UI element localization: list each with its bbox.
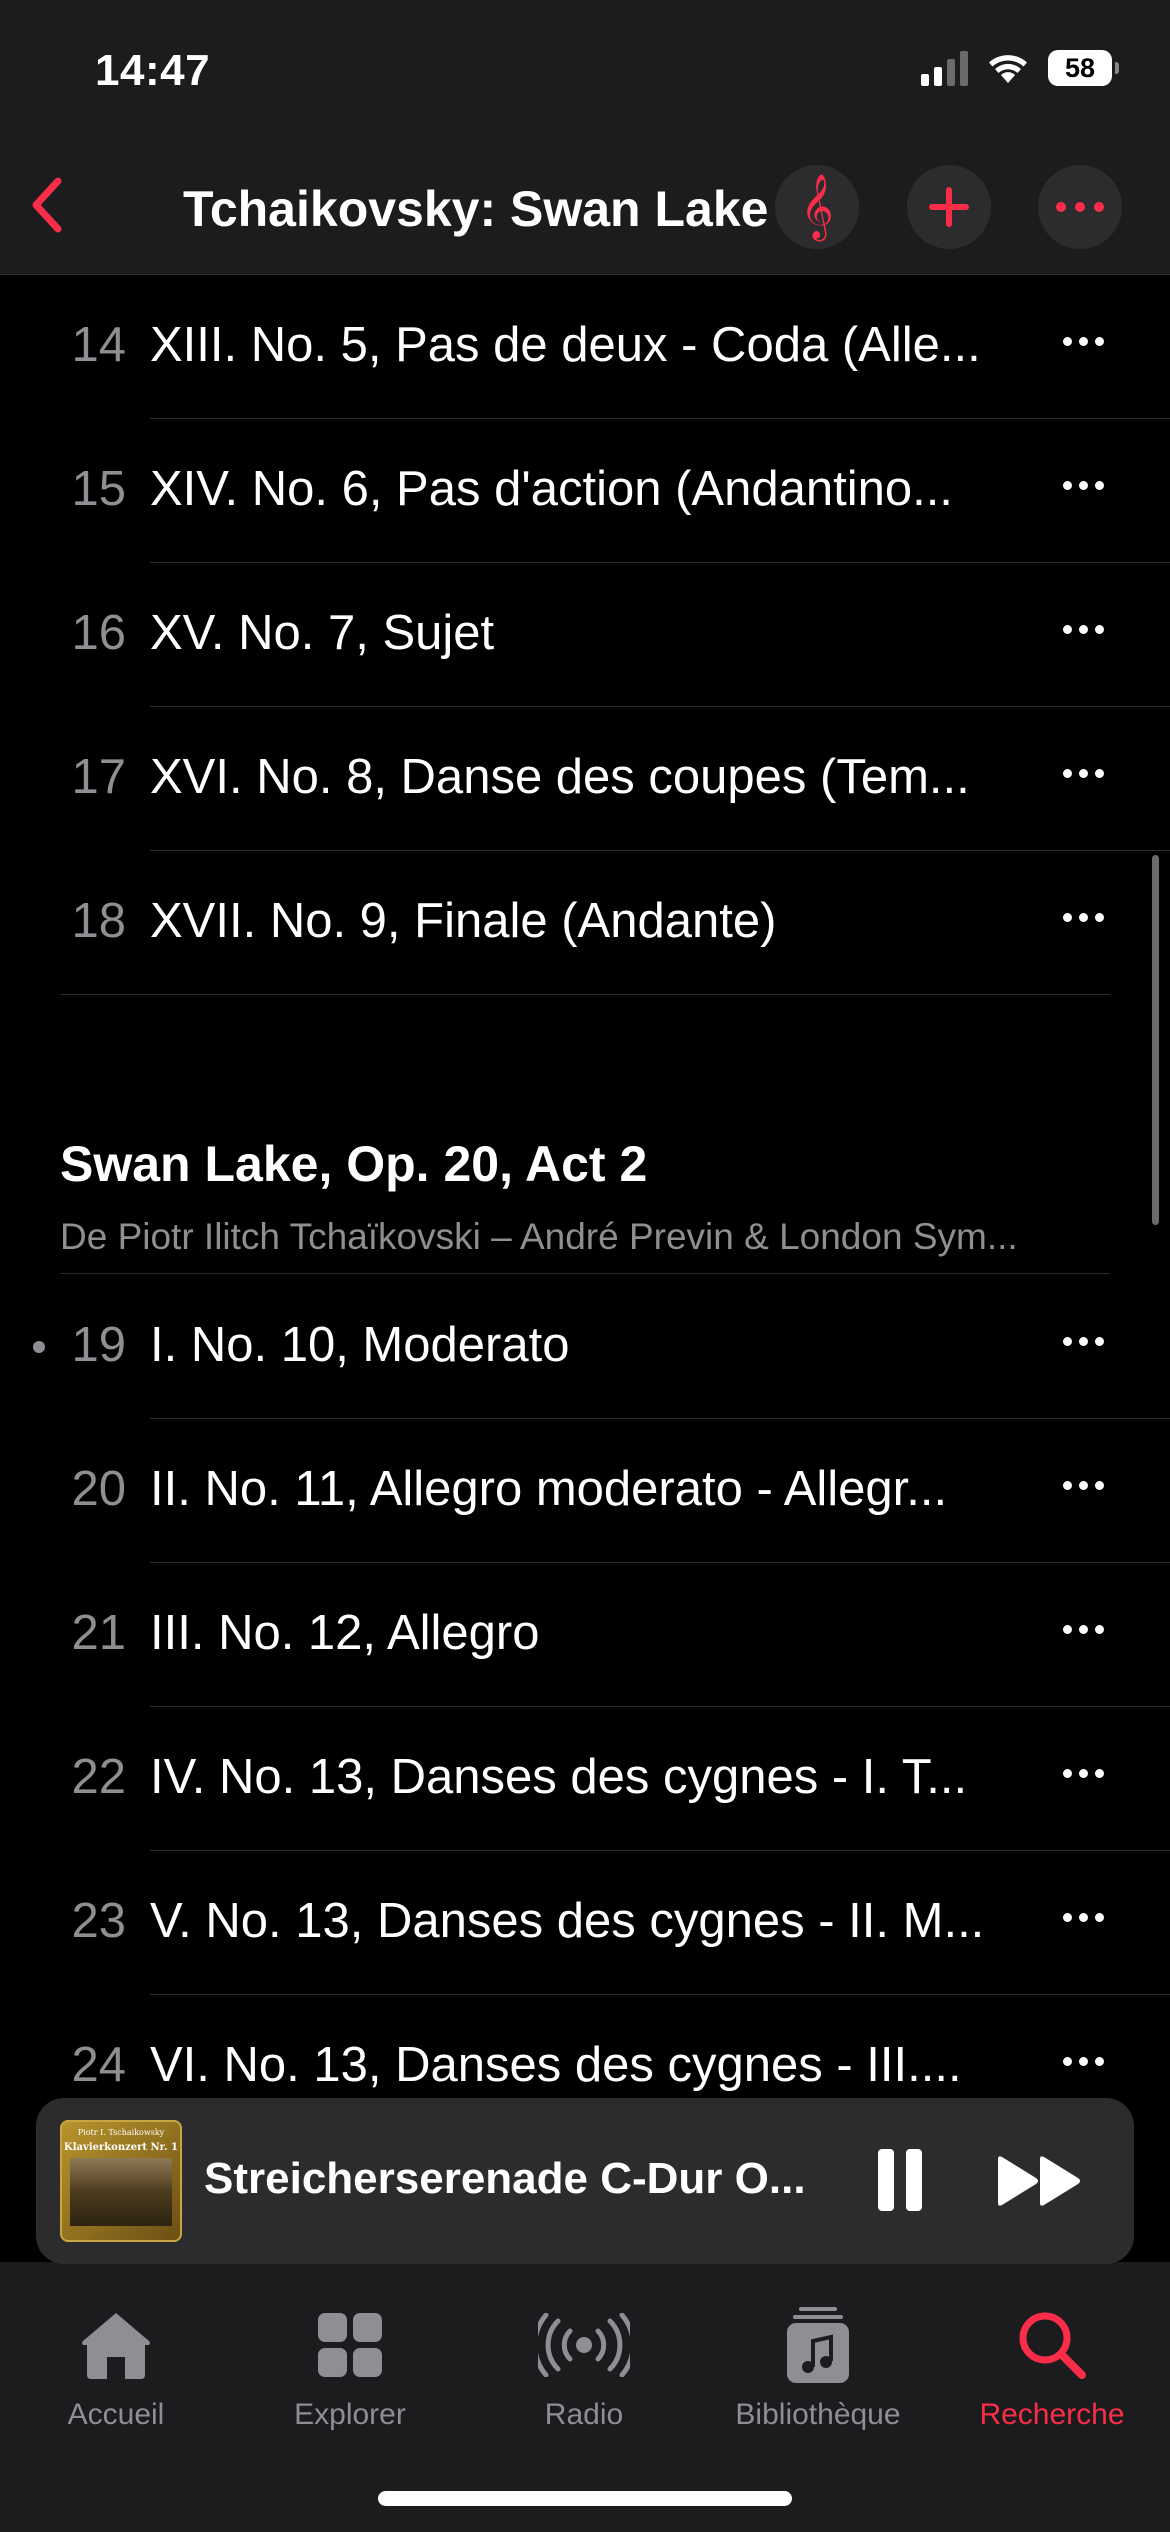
track-number: 16 [71, 606, 126, 660]
track-row[interactable]: 14 XIII. No. 5, Pas de deux - Coda (Alle… [0, 275, 1170, 419]
more-options-button[interactable] [1038, 165, 1122, 249]
track-number: 22 [71, 1750, 126, 1804]
tab-library[interactable]: Bibliothèque [718, 2302, 918, 2432]
divider [60, 994, 1110, 995]
pause-button[interactable] [862, 2142, 938, 2218]
radio-icon [538, 2313, 630, 2377]
track-more-icon[interactable] [1063, 1337, 1104, 1346]
track-title: XVI. No. 8, Danse des coupes (Tem... [150, 750, 970, 804]
library-icon [787, 2307, 849, 2383]
track-title: XIII. No. 5, Pas de deux - Coda (Alle... [150, 318, 981, 372]
track-more-icon[interactable] [1063, 1481, 1104, 1490]
page-title: Tchaikovsky: Swan Lake [183, 181, 769, 237]
tab-label: Radio [544, 2398, 624, 2431]
status-indicators: 58 [921, 50, 1119, 86]
track-row-playing[interactable]: 19 I. No. 10, Moderato [0, 1275, 1170, 1419]
track-title: III. No. 12, Allegro [150, 1606, 540, 1660]
tab-explore[interactable]: Explorer [250, 2302, 450, 2432]
next-track-button[interactable] [990, 2138, 1090, 2224]
navigation-header: 14:47 58 Tchaikovsky: Swan Lake 𝄞 [0, 0, 1170, 275]
wifi-icon [989, 55, 1027, 83]
track-row[interactable]: 15 XIV. No. 6, Pas d'action (Andantino..… [0, 419, 1170, 563]
track-title: XVII. No. 9, Finale (Andante) [150, 894, 777, 948]
track-number: 20 [71, 1462, 126, 1516]
track-more-icon[interactable] [1063, 2057, 1104, 2066]
cellular-signal-icon [921, 50, 968, 86]
track-row[interactable]: 17 XVI. No. 8, Danse des coupes (Tem... [0, 707, 1170, 851]
home-indicator[interactable] [378, 2491, 792, 2506]
track-number: 14 [71, 318, 126, 372]
chevron-left-icon [32, 177, 62, 233]
section-title[interactable]: Swan Lake, Op. 20, Act 2 [60, 1135, 647, 1193]
track-more-icon[interactable] [1063, 1769, 1104, 1778]
section-subtitle: De Piotr Ilitch Tchaïkovski – André Prev… [60, 1216, 1018, 1257]
track-row[interactable]: 16 XV. No. 7, Sujet [0, 563, 1170, 707]
track-number: 17 [71, 750, 126, 804]
track-more-icon[interactable] [1063, 625, 1104, 634]
track-title: V. No. 13, Danses des cygnes - II. M... [150, 1894, 985, 1948]
status-time: 14:47 [95, 46, 211, 95]
artwork-image [70, 2158, 172, 2226]
add-button[interactable] [907, 165, 991, 249]
search-icon [1019, 2312, 1086, 2379]
track-row[interactable]: 22 IV. No. 13, Danses des cygnes - I. T.… [0, 1707, 1170, 1851]
ellipsis-icon [1056, 202, 1104, 212]
home-icon [82, 2313, 150, 2379]
track-more-icon[interactable] [1063, 1625, 1104, 1634]
track-number: 19 [71, 1318, 126, 1372]
track-more-icon[interactable] [1063, 1913, 1104, 1922]
track-title: II. No. 11, Allegro moderato - Allegr... [150, 1462, 948, 1516]
track-title: XV. No. 7, Sujet [150, 606, 495, 660]
track-row[interactable]: 23 V. No. 13, Danses des cygnes - II. M.… [0, 1851, 1170, 1995]
classical-button[interactable]: 𝄞 [775, 165, 859, 249]
artwork-composer-text: Piotr I. Tschaikowsky [77, 2128, 165, 2137]
now-playing-title[interactable]: Streicherserenade C-Dur O... [204, 2154, 864, 2204]
track-number: 15 [71, 462, 126, 516]
divider [60, 1273, 1110, 1274]
forward-icon [998, 2156, 1080, 2206]
track-more-icon[interactable] [1063, 769, 1104, 778]
treble-clef-icon: 𝄞 [800, 174, 834, 239]
track-number: 21 [71, 1606, 126, 1660]
battery-icon: 58 [1048, 50, 1119, 86]
track-row[interactable]: 20 II. No. 11, Allegro moderato - Allegr… [0, 1419, 1170, 1563]
tab-label: Bibliothèque [735, 2398, 901, 2431]
tab-label: Recherche [979, 2398, 1125, 2431]
track-title: IV. No. 13, Danses des cygnes - I. T... [150, 1750, 968, 1804]
tab-label: Accueil [67, 2398, 165, 2431]
back-button[interactable] [22, 175, 72, 235]
track-more-icon[interactable] [1063, 913, 1104, 922]
track-number: 23 [71, 1894, 126, 1948]
track-number: 18 [71, 894, 126, 948]
track-title: XIV. No. 6, Pas d'action (Andantino... [150, 462, 953, 516]
tab-radio[interactable]: Radio [484, 2302, 684, 2432]
tab-home[interactable]: Accueil [16, 2302, 216, 2432]
track-row[interactable]: 18 XVII. No. 9, Finale (Andante) [0, 851, 1170, 995]
track-title: I. No. 10, Moderato [150, 1318, 570, 1372]
tab-label: Explorer [294, 2398, 406, 2431]
scrollbar[interactable] [1152, 855, 1159, 1225]
track-more-icon[interactable] [1063, 337, 1104, 346]
pause-icon [878, 2149, 894, 2211]
track-title: VI. No. 13, Danses des cygnes - III.... [150, 2038, 962, 2092]
track-row[interactable]: 21 III. No. 12, Allegro [0, 1563, 1170, 1707]
grid-icon [318, 2313, 382, 2377]
artwork-title-text: Klavierkonzert Nr. 1 [64, 2142, 178, 2153]
mini-player[interactable]: Piotr I. Tschaikowsky Klavierkonzert Nr.… [36, 2098, 1134, 2264]
album-artwork[interactable]: Piotr I. Tschaikowsky Klavierkonzert Nr.… [60, 2120, 182, 2242]
track-more-icon[interactable] [1063, 481, 1104, 490]
tab-search[interactable]: Recherche [952, 2302, 1152, 2432]
plus-icon [929, 187, 969, 227]
track-number: 24 [71, 2038, 126, 2092]
